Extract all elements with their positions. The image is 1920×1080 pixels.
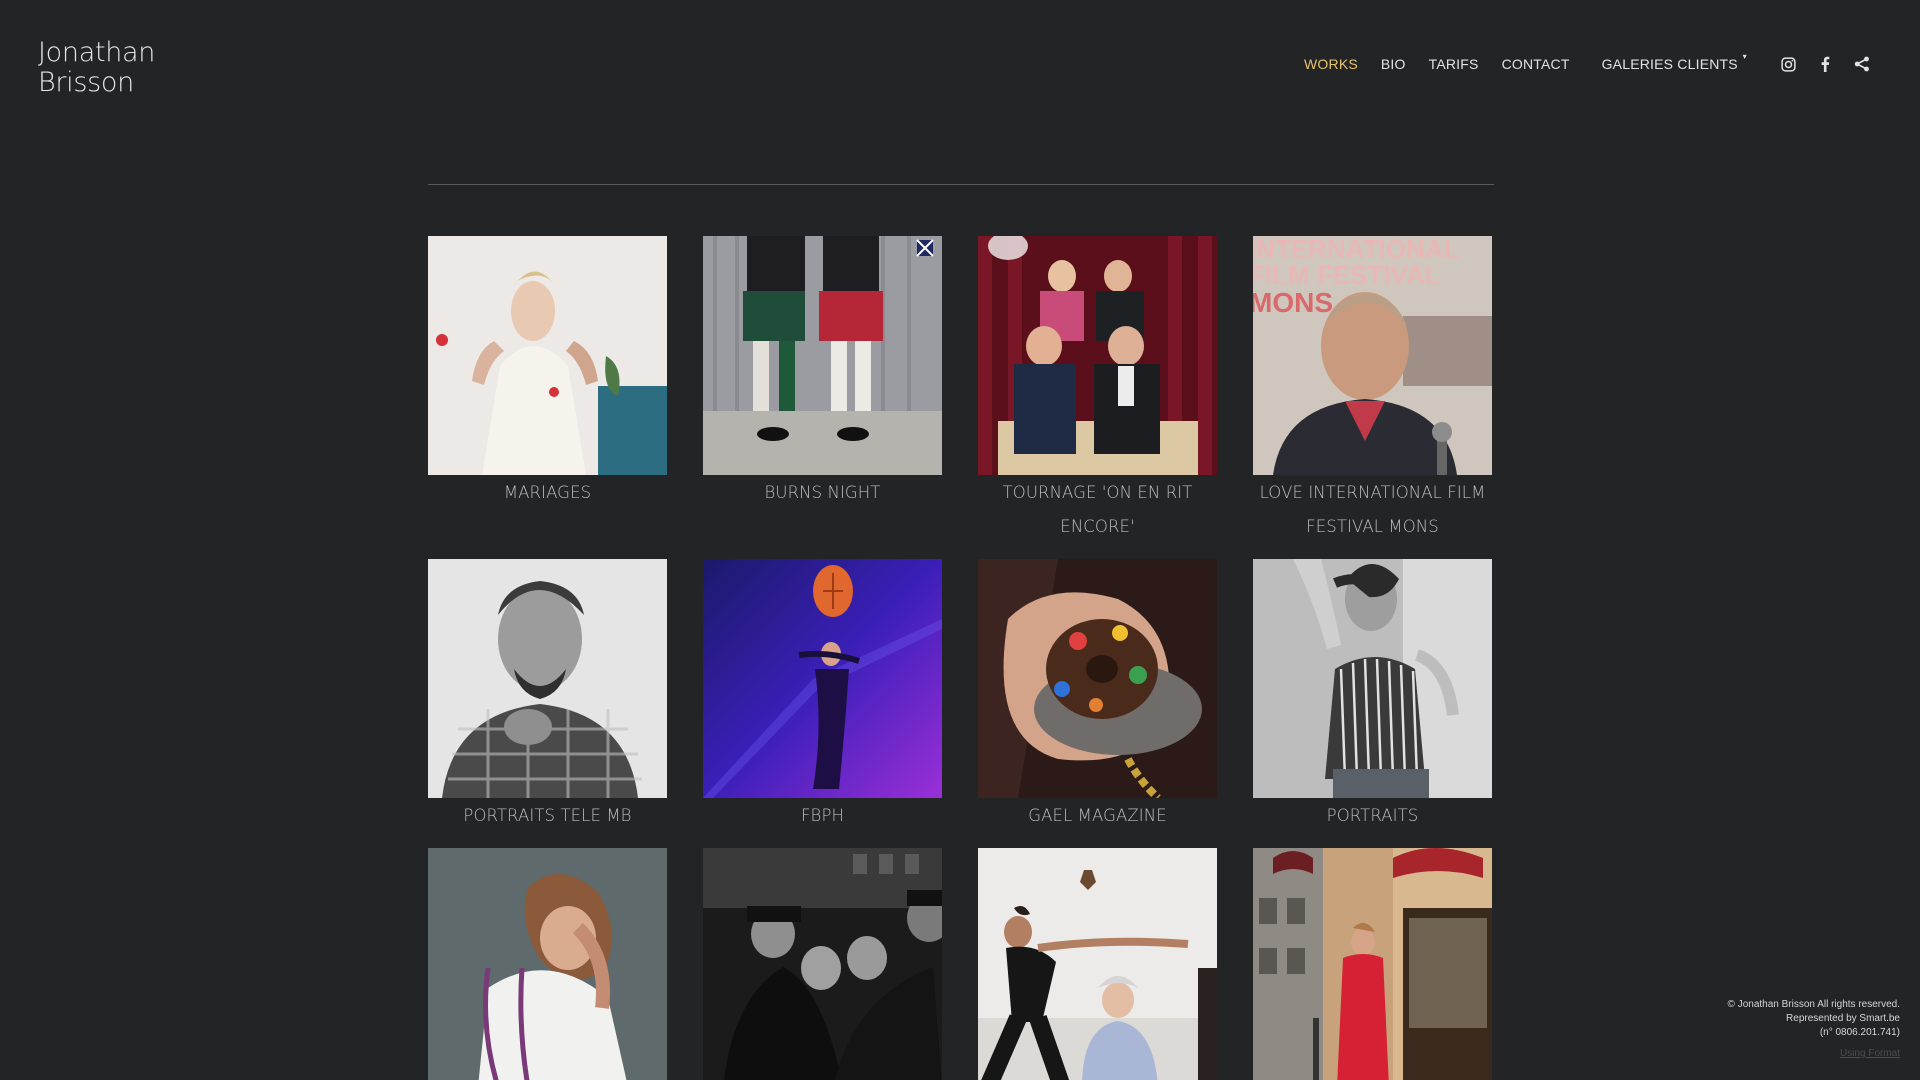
gallery-item-row3-4[interactable] [1253, 848, 1492, 1080]
footer: © Jonathan Brisson All rights reserved. … [1728, 998, 1900, 1061]
svg-text:MONS: MONS [1253, 287, 1333, 318]
main-nav: WORKS BIO TARIFS CONTACT GALERIES CLIENT… [1304, 52, 1761, 72]
gallery-caption[interactable]: MARIAGES [428, 476, 667, 510]
gallery-item-portraits-tele-mb[interactable]: PORTRAITS TELE MB [428, 559, 667, 833]
gallery-item-love-film-festival[interactable]: INTERNATIONAL FILM FESTIVAL MONS LOVE IN… [1253, 236, 1492, 544]
share-icon[interactable] [1852, 54, 1872, 74]
thumbnail-love-film-festival[interactable]: INTERNATIONAL FILM FESTIVAL MONS [1253, 236, 1492, 475]
page: Jonathan Brisson WORKS BIO TARIFS CONTAC… [0, 0, 1920, 1080]
site-logo[interactable]: Jonathan Brisson [38, 38, 155, 98]
nav-contact[interactable]: CONTACT [1502, 56, 1570, 72]
gallery-caption[interactable]: PORTRAITS [1253, 799, 1492, 833]
using-format-link[interactable]: Using Format [1728, 1047, 1900, 1061]
gallery-caption[interactable]: GAEL MAGAZINE [978, 799, 1217, 833]
thumbnail-tournage[interactable] [978, 236, 1217, 475]
nav-galeries-clients[interactable]: GALERIES CLIENTS ▾ [1601, 52, 1747, 72]
nav-works[interactable]: WORKS [1304, 56, 1358, 72]
gallery-caption[interactable]: FBPH [703, 799, 942, 833]
thumbnail-row3-1[interactable] [428, 848, 667, 1080]
thumbnail-row3-3[interactable] [978, 848, 1217, 1080]
gallery-item-mariages[interactable]: MARIAGES [428, 236, 667, 510]
thumbnail-row3-2[interactable] [703, 848, 942, 1080]
instagram-icon[interactable] [1778, 54, 1798, 74]
nav-galeries-label: GALERIES CLIENTS [1601, 56, 1738, 72]
social-links [1778, 54, 1889, 74]
represented-text: Represented by Smart.be [1786, 1013, 1900, 1024]
gallery-item-burns-night[interactable]: BURNS NIGHT [703, 236, 942, 510]
nav-bio[interactable]: BIO [1381, 56, 1406, 72]
gallery-caption[interactable]: BURNS NIGHT [703, 476, 942, 510]
header-divider [428, 184, 1494, 185]
gallery-item-row3-1[interactable] [428, 848, 667, 1080]
svg-text:FILM FESTIVAL: FILM FESTIVAL [1253, 260, 1441, 290]
thumbnail-portraits-tele-mb[interactable] [428, 559, 667, 798]
thumbnail-mariages[interactable] [428, 236, 667, 475]
thumbnail-burns-night[interactable] [703, 236, 942, 475]
gallery-item-row3-3[interactable] [978, 848, 1217, 1080]
nav-tarifs[interactable]: TARIFS [1429, 56, 1479, 72]
gallery-item-gael-magazine[interactable]: GAEL MAGAZINE [978, 559, 1217, 833]
thumbnail-row3-4[interactable] [1253, 848, 1492, 1080]
copyright-text: © Jonathan Brisson All rights reserved. [1727, 999, 1900, 1010]
gallery-item-tournage[interactable]: TOURNAGE 'ON EN RIT ENCORE' [978, 236, 1217, 544]
gallery-item-portraits[interactable]: PORTRAITS [1253, 559, 1492, 833]
facebook-icon[interactable] [1815, 54, 1835, 74]
thumbnail-portraits[interactable] [1253, 559, 1492, 798]
gallery-item-row3-2[interactable] [703, 848, 942, 1080]
registration-number: (n° 0806.201.741) [1819, 1027, 1900, 1038]
gallery-item-fbph[interactable]: FBPH [703, 559, 942, 833]
thumbnail-gael-magazine[interactable] [978, 559, 1217, 798]
thumbnail-fbph[interactable] [703, 559, 942, 798]
gallery-caption[interactable]: LOVE INTERNATIONAL FILM FESTIVAL MONS [1253, 476, 1492, 544]
logo-line-2: Brisson [38, 67, 134, 98]
gallery-caption[interactable]: PORTRAITS TELE MB [428, 799, 667, 833]
logo-line-1: Jonathan [38, 37, 156, 68]
caret-down-icon: ▾ [1742, 52, 1747, 61]
gallery-caption[interactable]: TOURNAGE 'ON EN RIT ENCORE' [978, 476, 1217, 544]
